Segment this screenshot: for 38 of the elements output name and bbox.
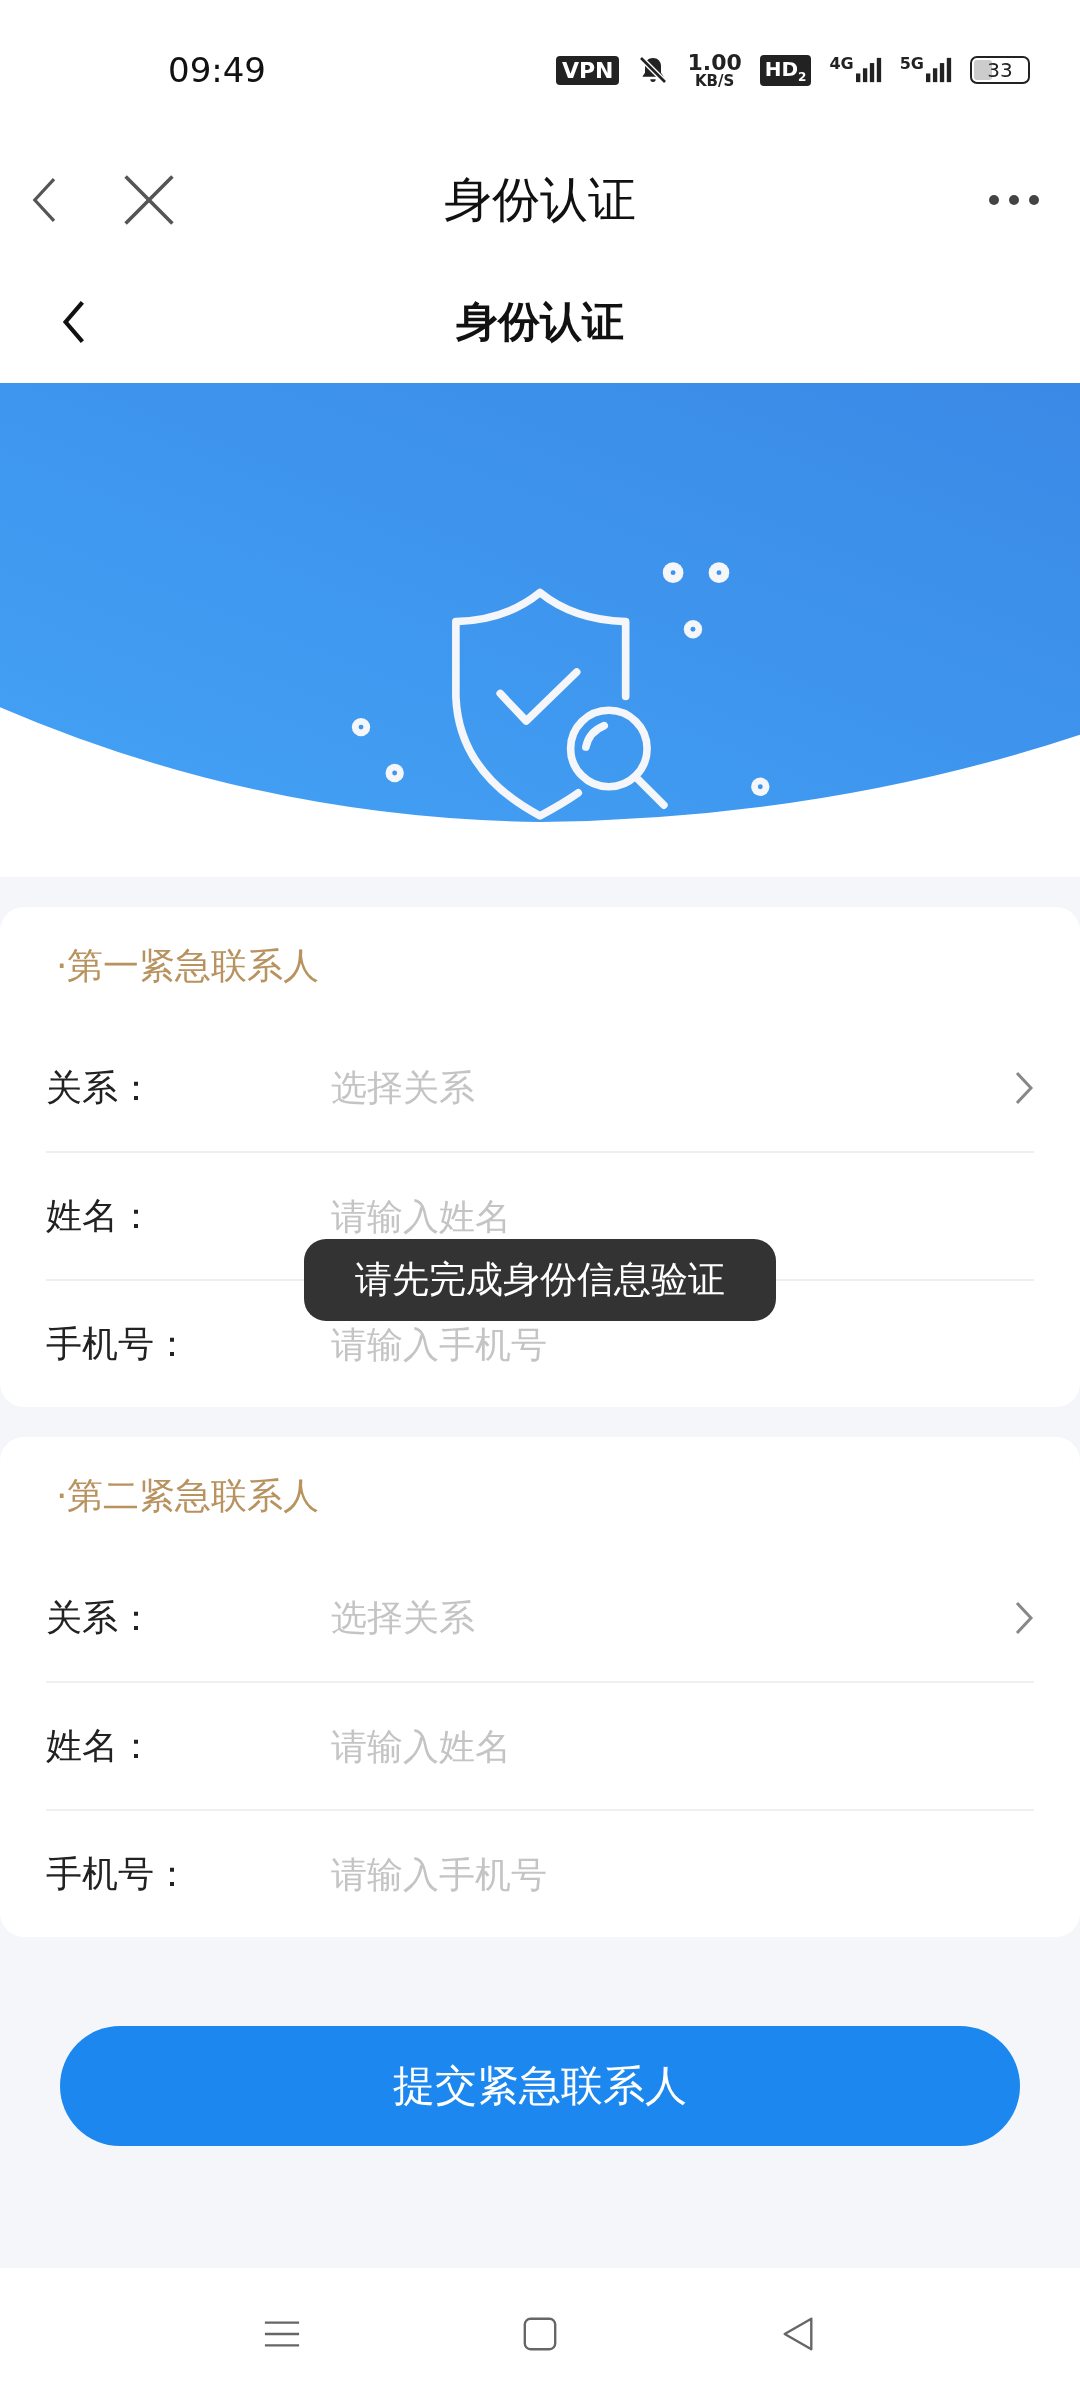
sparkle-icon bbox=[385, 763, 404, 783]
close-icon[interactable] bbox=[122, 173, 176, 227]
vpn-badge: VPN bbox=[555, 55, 620, 85]
input-field[interactable]: 请输入手机号 bbox=[331, 1844, 1034, 1904]
home-icon[interactable] bbox=[521, 2315, 559, 2353]
more-icon[interactable] bbox=[988, 194, 1040, 206]
field-label: 姓名： bbox=[46, 1723, 155, 1768]
shield-search-icon bbox=[452, 588, 668, 820]
chevron-icon bbox=[1014, 1600, 1034, 1636]
hd-badge: HD$_{2}$ bbox=[759, 54, 812, 86]
signal-icon bbox=[926, 56, 952, 84]
verify-toast: 请先完成身份信息验证 bbox=[304, 1239, 776, 1321]
signal-icon bbox=[855, 56, 882, 84]
page-title: 身份认证 bbox=[456, 295, 624, 348]
network-type: 5G bbox=[899, 56, 924, 72]
relation-select[interactable]: 选择关系 bbox=[331, 1588, 1034, 1648]
submit-button[interactable]: 提交紧急联系人 bbox=[60, 2026, 1020, 2146]
network-speed: 1.00 bbox=[687, 51, 742, 74]
field-label: 关系： bbox=[46, 1065, 155, 1110]
sparkle-icon bbox=[751, 777, 770, 796]
input-field[interactable]: 请输入姓名 bbox=[331, 1716, 1034, 1776]
relation-select[interactable]: 选择关系 bbox=[331, 1058, 1034, 1118]
battery-level: 33 bbox=[987, 58, 1013, 82]
chevron-icon bbox=[1014, 1070, 1034, 1106]
status-time: 09:49 bbox=[168, 50, 266, 90]
field-label: 姓名： bbox=[46, 1193, 155, 1238]
network-type: 4G bbox=[829, 56, 854, 72]
sparkle-icon bbox=[662, 562, 684, 583]
sparkle-icon bbox=[351, 717, 371, 737]
sparkle-icon bbox=[708, 562, 730, 583]
field-label: 手机号： bbox=[46, 1321, 191, 1366]
sparkle-icon bbox=[683, 620, 703, 639]
section-title: ·第二紧急联系人 bbox=[55, 1473, 321, 1518]
speed-unit: KB/S bbox=[694, 73, 735, 89]
field-label: 关系： bbox=[46, 1595, 155, 1640]
field-label: 手机号： bbox=[46, 1851, 191, 1896]
section-title: ·第一紧急联系人 bbox=[55, 943, 321, 988]
browser-title: 身份认证 bbox=[444, 170, 636, 229]
